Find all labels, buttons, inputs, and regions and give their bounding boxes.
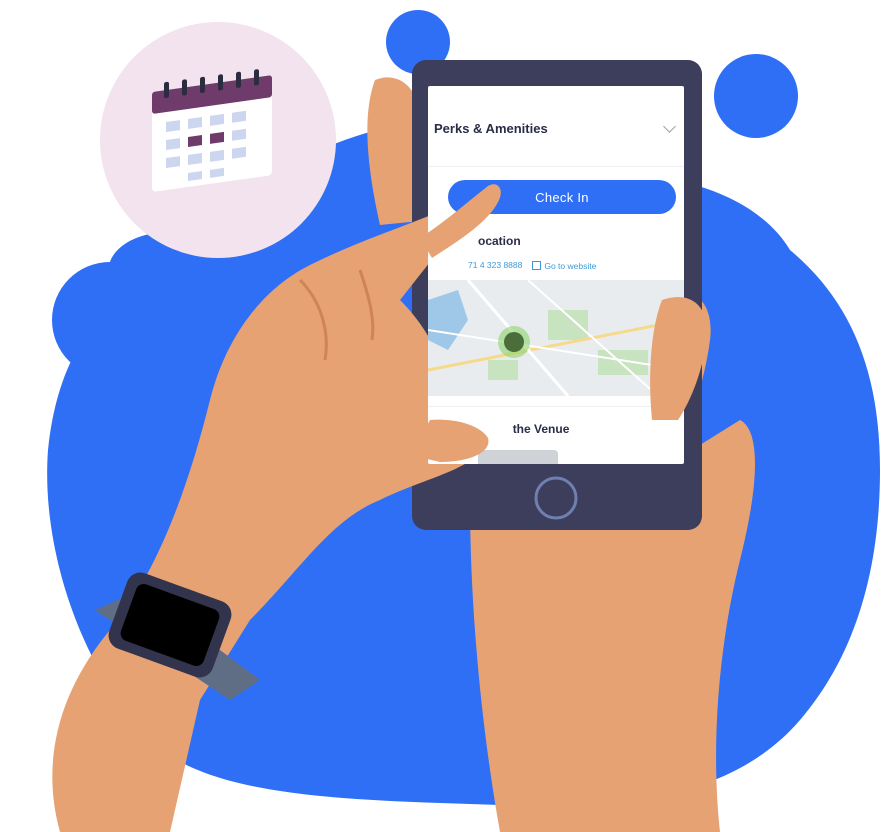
phone-screen: Perks & Amenities Check In ocation 71 4 … (428, 86, 684, 464)
events-title-part1: Even (434, 422, 463, 436)
contact-row: 71 4 323 8888 Go to website (468, 260, 596, 271)
blue-circle-right (714, 54, 798, 138)
location-pin-icon (508, 336, 520, 348)
illustration: Perks & Amenities Check In ocation 71 4 … (0, 0, 896, 832)
divider (428, 406, 684, 407)
location-title: ocation (478, 234, 521, 248)
map-graphic (428, 280, 684, 396)
perks-amenities-row[interactable]: Perks & Amenities (434, 116, 678, 140)
external-link-icon (532, 261, 542, 270)
divider (428, 166, 684, 167)
website-link-label: Go to website (544, 261, 597, 271)
location-map[interactable] (428, 280, 684, 396)
events-title-part2: the Venue (512, 422, 570, 436)
website-link[interactable]: Go to website (532, 260, 596, 271)
events-title: Even the Venue (434, 422, 569, 436)
check-in-button[interactable]: Check In (448, 180, 676, 214)
phone-link[interactable]: 71 4 323 8888 (468, 260, 522, 271)
event-thumbnail[interactable] (478, 450, 558, 464)
perks-amenities-label: Perks & Amenities (434, 120, 548, 136)
blue-bump-left (52, 262, 168, 378)
chevron-down-icon (663, 119, 676, 133)
